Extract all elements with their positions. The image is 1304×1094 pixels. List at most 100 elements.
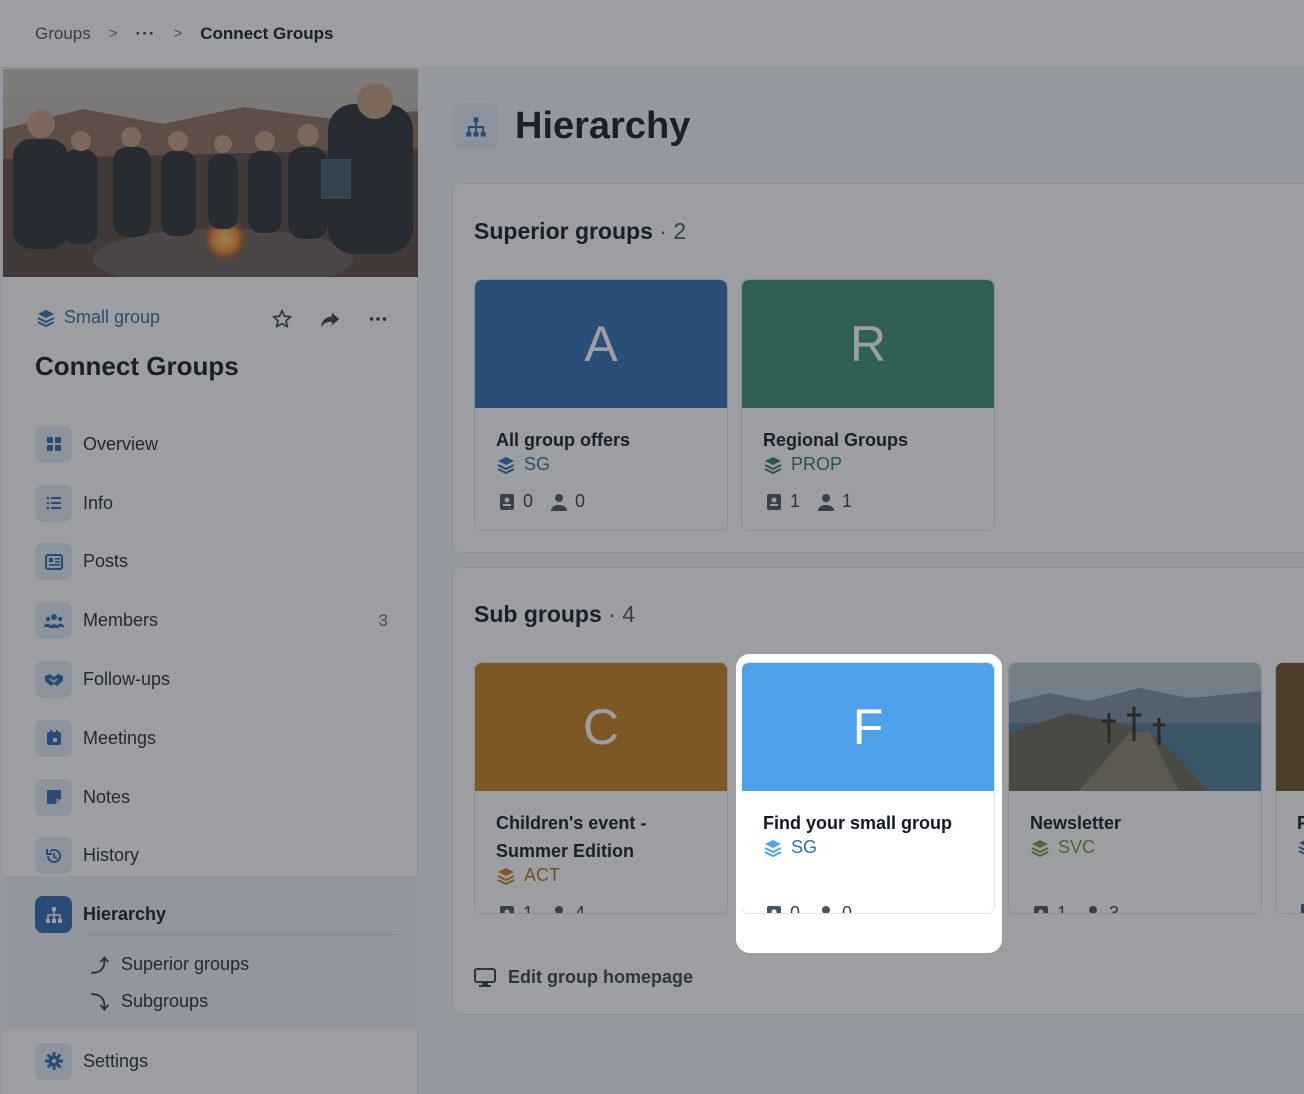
newspaper-icon: [35, 543, 72, 581]
card-banner: A: [475, 280, 727, 408]
subnav-subgroups[interactable]: ⤵ Subgroups: [3, 983, 418, 1020]
sidebar-item-overview[interactable]: Overview: [35, 415, 400, 474]
sidebar-item-label: Hierarchy: [83, 904, 167, 925]
card-banner: F: [742, 663, 994, 791]
user-icon: [555, 905, 564, 913]
grid-icon: [35, 425, 72, 463]
layers-icon: [764, 456, 782, 474]
sidebar-item-label: Info: [83, 492, 114, 513]
chevron-right-icon: >: [108, 25, 118, 42]
group-card[interactable]: C Children's event - Summer Edition ACT …: [474, 662, 728, 914]
card-type-text: SVC: [1058, 837, 1096, 857]
group-type-label[interactable]: Small group: [36, 307, 160, 328]
hierarchy-icon: [35, 896, 72, 934]
sidebar-item-label: Notes: [83, 786, 131, 807]
sub-groups-title: Sub groups · 4: [474, 601, 635, 628]
edit-group-homepage-link[interactable]: Edit group homepage: [474, 967, 693, 988]
subnav-label: Subgroups: [121, 991, 209, 1011]
card-stats: 1 3: [1033, 903, 1137, 914]
card-stat-b: 0: [842, 903, 853, 914]
breadcrumb-ellipsis[interactable]: ···: [136, 24, 156, 44]
card-type-text: SG: [791, 837, 818, 857]
card-stats: 1 4: [499, 903, 603, 913]
sidebar-item-label: Follow-ups: [83, 669, 171, 690]
sidebar-item-follow-ups[interactable]: Follow-ups: [35, 650, 400, 709]
page-title: Hierarchy: [515, 105, 691, 147]
card-type: ACT: [496, 865, 560, 886]
card-stat-a: 0: [790, 903, 801, 914]
users-icon: [35, 602, 72, 640]
sidebar-item-label: Posts: [83, 551, 129, 572]
card-stat-a: 0: [523, 491, 534, 511]
sidebar-item-members[interactable]: Members 3: [35, 591, 400, 650]
layers-icon: [1031, 839, 1049, 857]
share-icon[interactable]: [316, 305, 344, 333]
sidebar-nav: Overview Info Posts Members 3 Follow-ups…: [35, 415, 400, 944]
sidebar-item-hierarchy[interactable]: Hierarchy: [35, 885, 400, 944]
hierarchy-subnav: ⤴ Superior groups ⤵ Subgroups: [3, 946, 418, 1020]
sidebar-item-label: History: [83, 845, 140, 866]
card-stat-a: 1: [790, 491, 801, 511]
gear-icon: [35, 1042, 72, 1080]
chevron-right-icon: >: [173, 25, 183, 42]
card-letter: A: [584, 316, 618, 372]
card-type-text: SG: [524, 454, 551, 474]
card-name: Find your small group: [763, 813, 953, 833]
user-icon: [1089, 905, 1098, 913]
arrow-up-icon: ⤴: [91, 955, 109, 976]
card-stats: 0 0: [499, 491, 603, 512]
sidebar-item-label: Members: [83, 610, 159, 631]
calendar-icon: [35, 719, 72, 757]
card-type: SVC: [1030, 837, 1095, 858]
breadcrumb-groups[interactable]: Groups: [35, 24, 91, 44]
layers-icon: [764, 839, 782, 857]
superior-groups-title: Superior groups · 2: [474, 218, 686, 245]
sticky-note-icon: [35, 778, 72, 816]
card-type: SG: [496, 454, 550, 475]
star-icon[interactable]: [268, 305, 296, 333]
section-title-text: Sub groups: [474, 601, 602, 627]
breadcrumb-current: Connect Groups: [200, 23, 334, 43]
user-icon: [551, 493, 568, 511]
id-card-icon: [767, 493, 781, 510]
card-name: Children's event - Summer Edition: [496, 813, 647, 861]
group-title: Connect Groups: [35, 351, 239, 381]
id-card-icon: [1034, 905, 1048, 913]
group-card-find-your-small-group[interactable]: F Find your small group SG 0 0: [741, 662, 995, 914]
edit-homepage-text: Edit group homepage: [508, 967, 694, 987]
layers-icon: [37, 309, 55, 327]
group-card[interactable]: Newsletter SVC 1 3: [1008, 662, 1262, 914]
card-banner: R: [742, 280, 994, 408]
sidebar-item-meetings[interactable]: Meetings: [35, 709, 400, 768]
sidebar-item-settings[interactable]: Settings: [35, 1032, 400, 1091]
group-card[interactable]: R Regional Groups PROP 1 1: [741, 279, 995, 531]
card-type: PROP: [763, 454, 842, 475]
layers-icon: [1298, 840, 1304, 855]
breadcrumb-bar: Groups > ··· > Connect Groups: [0, 0, 1304, 68]
more-options-icon[interactable]: [364, 305, 392, 333]
group-card[interactable]: P: [1275, 662, 1304, 914]
card-banner-image: [1009, 663, 1261, 791]
card-type: SG: [763, 837, 817, 858]
card-name: All group offers: [496, 430, 630, 450]
cover-image: [3, 69, 418, 277]
sidebar-item-label: Meetings: [83, 727, 157, 748]
sidebar-item-notes[interactable]: Notes: [35, 768, 400, 827]
sidebar-item-history[interactable]: History: [35, 827, 400, 886]
card-letter: R: [849, 316, 887, 372]
subnav-superior-groups[interactable]: ⤴ Superior groups: [3, 946, 418, 983]
layers-icon: [497, 867, 515, 885]
card-stats: 0 0: [766, 903, 870, 914]
section-count: · 2: [659, 218, 687, 244]
subnav-label: Superior groups: [121, 954, 250, 974]
card-stat-a: 1: [1057, 903, 1068, 914]
list-icon: [35, 484, 72, 522]
group-card[interactable]: A All group offers SG 0 0: [474, 279, 728, 531]
card-type-text: PROP: [791, 454, 843, 474]
sidebar-item-posts[interactable]: Posts: [35, 533, 400, 592]
sidebar: Small group Connect Groups Overview Info…: [3, 69, 418, 1094]
sidebar-item-label: Overview: [83, 433, 159, 454]
section-count: · 4: [608, 601, 636, 627]
sidebar-item-info[interactable]: Info: [35, 474, 400, 533]
arrow-down-icon: ⤵: [91, 992, 109, 1013]
